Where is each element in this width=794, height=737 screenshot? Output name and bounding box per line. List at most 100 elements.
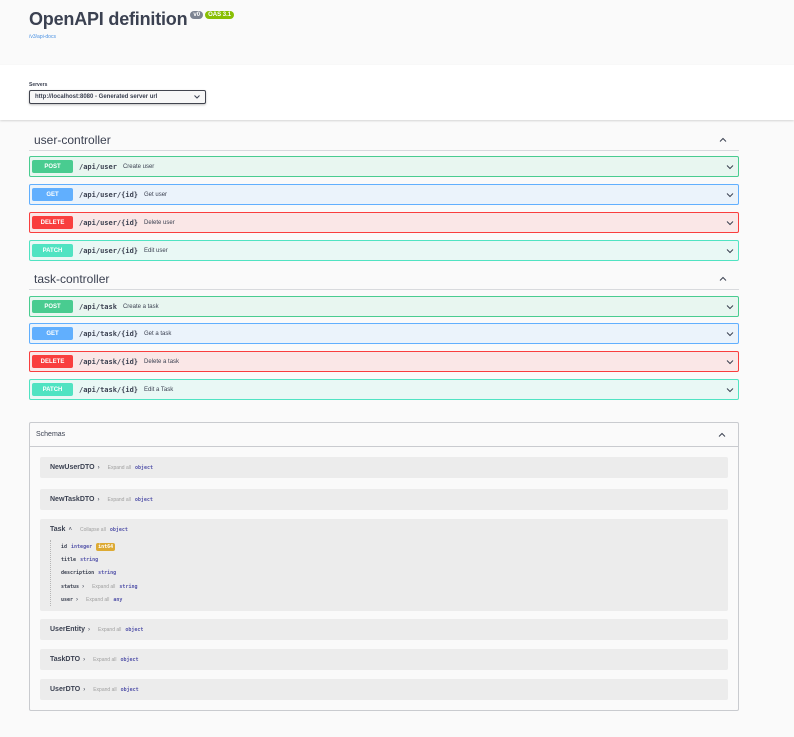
chevron-down-icon[interactable] — [726, 303, 734, 311]
model-properties: id integer int64 title string descriptio… — [50, 540, 718, 607]
method-badge: DELETE — [32, 216, 73, 229]
operation-path: /api/task/{id} — [79, 385, 139, 394]
expand-all-link[interactable]: Expand all — [108, 465, 131, 471]
servers-select[interactable]: http://localhost:8080 - Generated server… — [29, 90, 206, 104]
tag-name: user-controller — [34, 133, 111, 147]
model-name: TaskDTO — [50, 656, 81, 663]
method-badge: POST — [32, 300, 73, 313]
expand-all-link[interactable]: Expand all — [93, 657, 116, 663]
chevron-up-icon[interactable] — [719, 275, 727, 283]
chevron-up-icon: ˄ — [68, 526, 72, 533]
oas-badge: OAS 3.1 — [205, 10, 235, 19]
model-name: UserDTO — [50, 686, 81, 693]
model-newtaskdto[interactable]: NewTaskDTO › Expand all object — [40, 489, 728, 510]
chevron-down-icon[interactable] — [726, 358, 734, 366]
operation-path: /api/user/{id} — [79, 190, 139, 199]
method-badge: PATCH — [32, 383, 73, 396]
api-docs-link[interactable]: /v3/api-docs — [29, 34, 765, 40]
model-type: object — [125, 626, 144, 633]
chevron-up-icon[interactable] — [718, 431, 726, 439]
servers-selected-value: http://localhost:8080 - Generated server… — [35, 94, 158, 100]
operation-delete-api-task-id[interactable]: DELETE /api/task/{id} Delete a task — [29, 351, 739, 372]
model-userdto[interactable]: UserDTO › Expand all object — [40, 679, 728, 700]
property-row: title string — [61, 553, 718, 566]
model-type: object — [109, 526, 128, 533]
property-type: any — [113, 596, 123, 603]
chevron-down-icon[interactable] — [726, 386, 734, 394]
chevron-up-icon[interactable] — [719, 136, 727, 144]
operation-get-api-task-id[interactable]: GET /api/task/{id} Get a task — [29, 323, 739, 344]
property-name: status — [61, 583, 80, 590]
operation-path: /api/task/{id} — [79, 329, 139, 338]
method-badge: DELETE — [32, 355, 73, 368]
model-newuserdto[interactable]: NewUserDTO › Expand all object — [40, 457, 728, 478]
method-badge: GET — [32, 188, 73, 201]
page-title: OpenAPI definition — [29, 9, 188, 29]
property-row: description string — [61, 567, 718, 580]
operation-delete-api-user-id[interactable]: DELETE /api/user/{id} Delete user — [29, 212, 739, 233]
chevron-down-icon[interactable] — [726, 247, 734, 255]
operation-get-api-user-id[interactable]: GET /api/user/{id} Get user — [29, 184, 739, 205]
property-row[interactable]: user › Expand all any — [61, 593, 718, 606]
chevron-right-icon: › — [97, 496, 100, 503]
property-name: user — [61, 596, 74, 603]
property-row: id integer int64 — [61, 540, 718, 553]
operation-path: /api/task/{id} — [79, 357, 139, 366]
chevron-right-icon[interactable]: › — [76, 597, 78, 603]
version-badge: v0 — [190, 10, 204, 19]
schemas-section: Schemas NewUserDTO › Expand all object N… — [29, 422, 739, 711]
schemas-header[interactable]: Schemas — [30, 423, 738, 447]
chevron-right-icon: › — [83, 656, 86, 663]
model-name: Task — [50, 526, 66, 533]
servers-bar: Servers http://localhost:8080 - Generate… — [0, 65, 794, 120]
tag-name: task-controller — [34, 272, 110, 286]
property-name: title — [61, 556, 77, 563]
expand-all-link[interactable]: Expand all — [107, 497, 130, 503]
collapse-all-link[interactable]: Collapse all — [80, 527, 106, 533]
chevron-down-icon[interactable] — [726, 191, 734, 199]
chevron-right-icon: › — [88, 626, 91, 633]
chevron-down-icon — [194, 95, 200, 99]
model-name: UserEntity — [50, 626, 86, 633]
operation-summary: Edit user — [144, 247, 168, 254]
format-badge: int64 — [96, 542, 116, 551]
chevron-down-icon[interactable] — [726, 330, 734, 338]
operation-path: /api/user/{id} — [79, 246, 139, 255]
property-name: description — [61, 570, 95, 577]
model-type: object — [134, 496, 153, 503]
tag-task-controller[interactable]: task-controller — [29, 269, 739, 290]
operation-summary: Get user — [144, 191, 168, 198]
property-row[interactable]: status › Expand all string — [61, 580, 718, 593]
operation-summary: Delete user — [144, 219, 175, 226]
expand-all-link[interactable]: Expand all — [93, 687, 116, 693]
operation-path: /api/user — [79, 162, 117, 171]
operation-post-api-user[interactable]: POST /api/user Create user — [29, 156, 739, 177]
chevron-down-icon[interactable] — [726, 219, 734, 227]
property-type: string — [119, 583, 138, 590]
model-type: object — [120, 656, 139, 663]
chevron-down-icon[interactable] — [726, 163, 734, 171]
operation-summary: Edit a Task — [144, 386, 174, 393]
property-type: string — [80, 556, 99, 563]
property-name: id — [61, 543, 68, 550]
expand-all-link[interactable]: Expand all — [86, 597, 109, 603]
operation-summary: Create a task — [122, 303, 159, 310]
method-badge: POST — [32, 160, 73, 173]
operation-post-api-task[interactable]: POST /api/task Create a task — [29, 296, 739, 317]
model-name: NewUserDTO — [50, 464, 95, 471]
operation-patch-api-task-id[interactable]: PATCH /api/task/{id} Edit a Task — [29, 379, 739, 400]
tag-user-controller[interactable]: user-controller — [29, 130, 739, 151]
model-taskdto[interactable]: TaskDTO › Expand all object — [40, 649, 728, 670]
chevron-right-icon[interactable]: › — [82, 584, 84, 590]
method-badge: GET — [32, 327, 73, 340]
model-type: object — [120, 686, 139, 693]
model-type: object — [134, 464, 154, 471]
expand-all-link[interactable]: Expand all — [92, 584, 115, 590]
operation-patch-api-user-id[interactable]: PATCH /api/user/{id} Edit user — [29, 240, 739, 261]
expand-all-link[interactable]: Expand all — [98, 627, 121, 633]
model-userentity[interactable]: UserEntity › Expand all object — [40, 619, 728, 640]
chevron-right-icon: › — [83, 686, 86, 693]
model-name: NewTaskDTO — [50, 496, 95, 503]
property-type: string — [98, 570, 117, 577]
model-task[interactable]: Task ˄ Collapse all object id integer in… — [40, 519, 728, 611]
